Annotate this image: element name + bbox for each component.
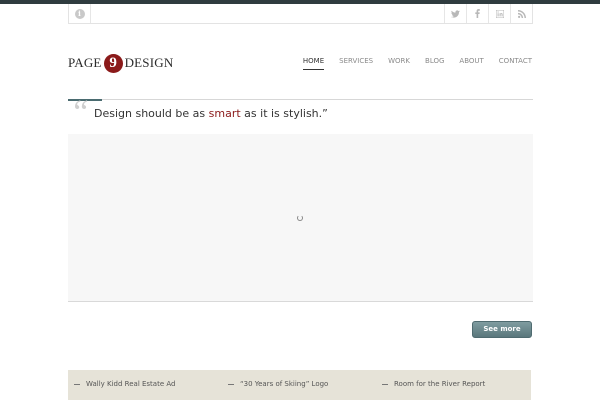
facebook-icon <box>475 9 480 18</box>
nav-services[interactable]: SERVICES <box>339 57 373 69</box>
loading-spinner-icon <box>297 215 303 221</box>
nav-contact[interactable]: CONTACT <box>499 57 532 69</box>
see-more-work-button[interactable]: See more work <box>472 321 532 348</box>
tagline-before: Design should be as <box>94 107 209 120</box>
work-item[interactable]: Room for the River Report <box>382 380 485 388</box>
work-item-label: Room for the River Report <box>394 380 486 388</box>
nav-work[interactable]: WORK <box>388 57 410 69</box>
logo-text-left: PAGE <box>68 55 102 70</box>
work-slider[interactable] <box>68 134 533 302</box>
info-icon: i <box>74 8 85 19</box>
rss-icon <box>517 9 526 18</box>
dash-icon <box>228 383 234 385</box>
dash-icon <box>382 383 388 385</box>
work-item[interactable]: “30 Years of Skiing” Logo <box>228 380 328 388</box>
work-item[interactable]: Wally Kidd Real Estate Ad <box>74 380 175 388</box>
tagline-highlight: smart <box>208 107 241 120</box>
utility-bar: i <box>68 4 533 24</box>
linkedin-link[interactable] <box>488 4 510 23</box>
nav-home[interactable]: HOME <box>302 57 325 70</box>
quote-divider <box>102 99 533 100</box>
work-item-label: “30 Years of Skiing” Logo <box>240 380 329 388</box>
twitter-link[interactable] <box>444 4 466 23</box>
logo-text-right: DESIGN <box>124 55 174 70</box>
social-links <box>444 4 532 23</box>
twitter-icon <box>451 9 460 18</box>
facebook-link[interactable] <box>466 4 488 23</box>
linkedin-icon <box>495 9 504 18</box>
main-nav: HOME SERVICES WORK BLOG ABOUT CONTACT <box>288 57 532 70</box>
tagline-after: as it is stylish.” <box>240 107 328 120</box>
recent-work-strip: Wally Kidd Real Estate Ad “30 Years of S… <box>68 370 531 400</box>
info-button[interactable]: i <box>69 4 91 23</box>
site-logo[interactable]: PAGE 9 DESIGN <box>68 52 173 74</box>
work-item-label: Wally Kidd Real Estate Ad <box>86 380 176 388</box>
logo-nine-badge: 9 <box>103 53 123 73</box>
quote-mark-icon: “ <box>70 94 89 131</box>
nav-blog[interactable]: BLOG <box>425 57 444 69</box>
nav-about[interactable]: ABOUT <box>459 57 483 69</box>
rss-link[interactable] <box>510 4 532 23</box>
dash-icon <box>74 383 80 385</box>
tagline: Design should be as smart as it is styli… <box>94 107 328 120</box>
